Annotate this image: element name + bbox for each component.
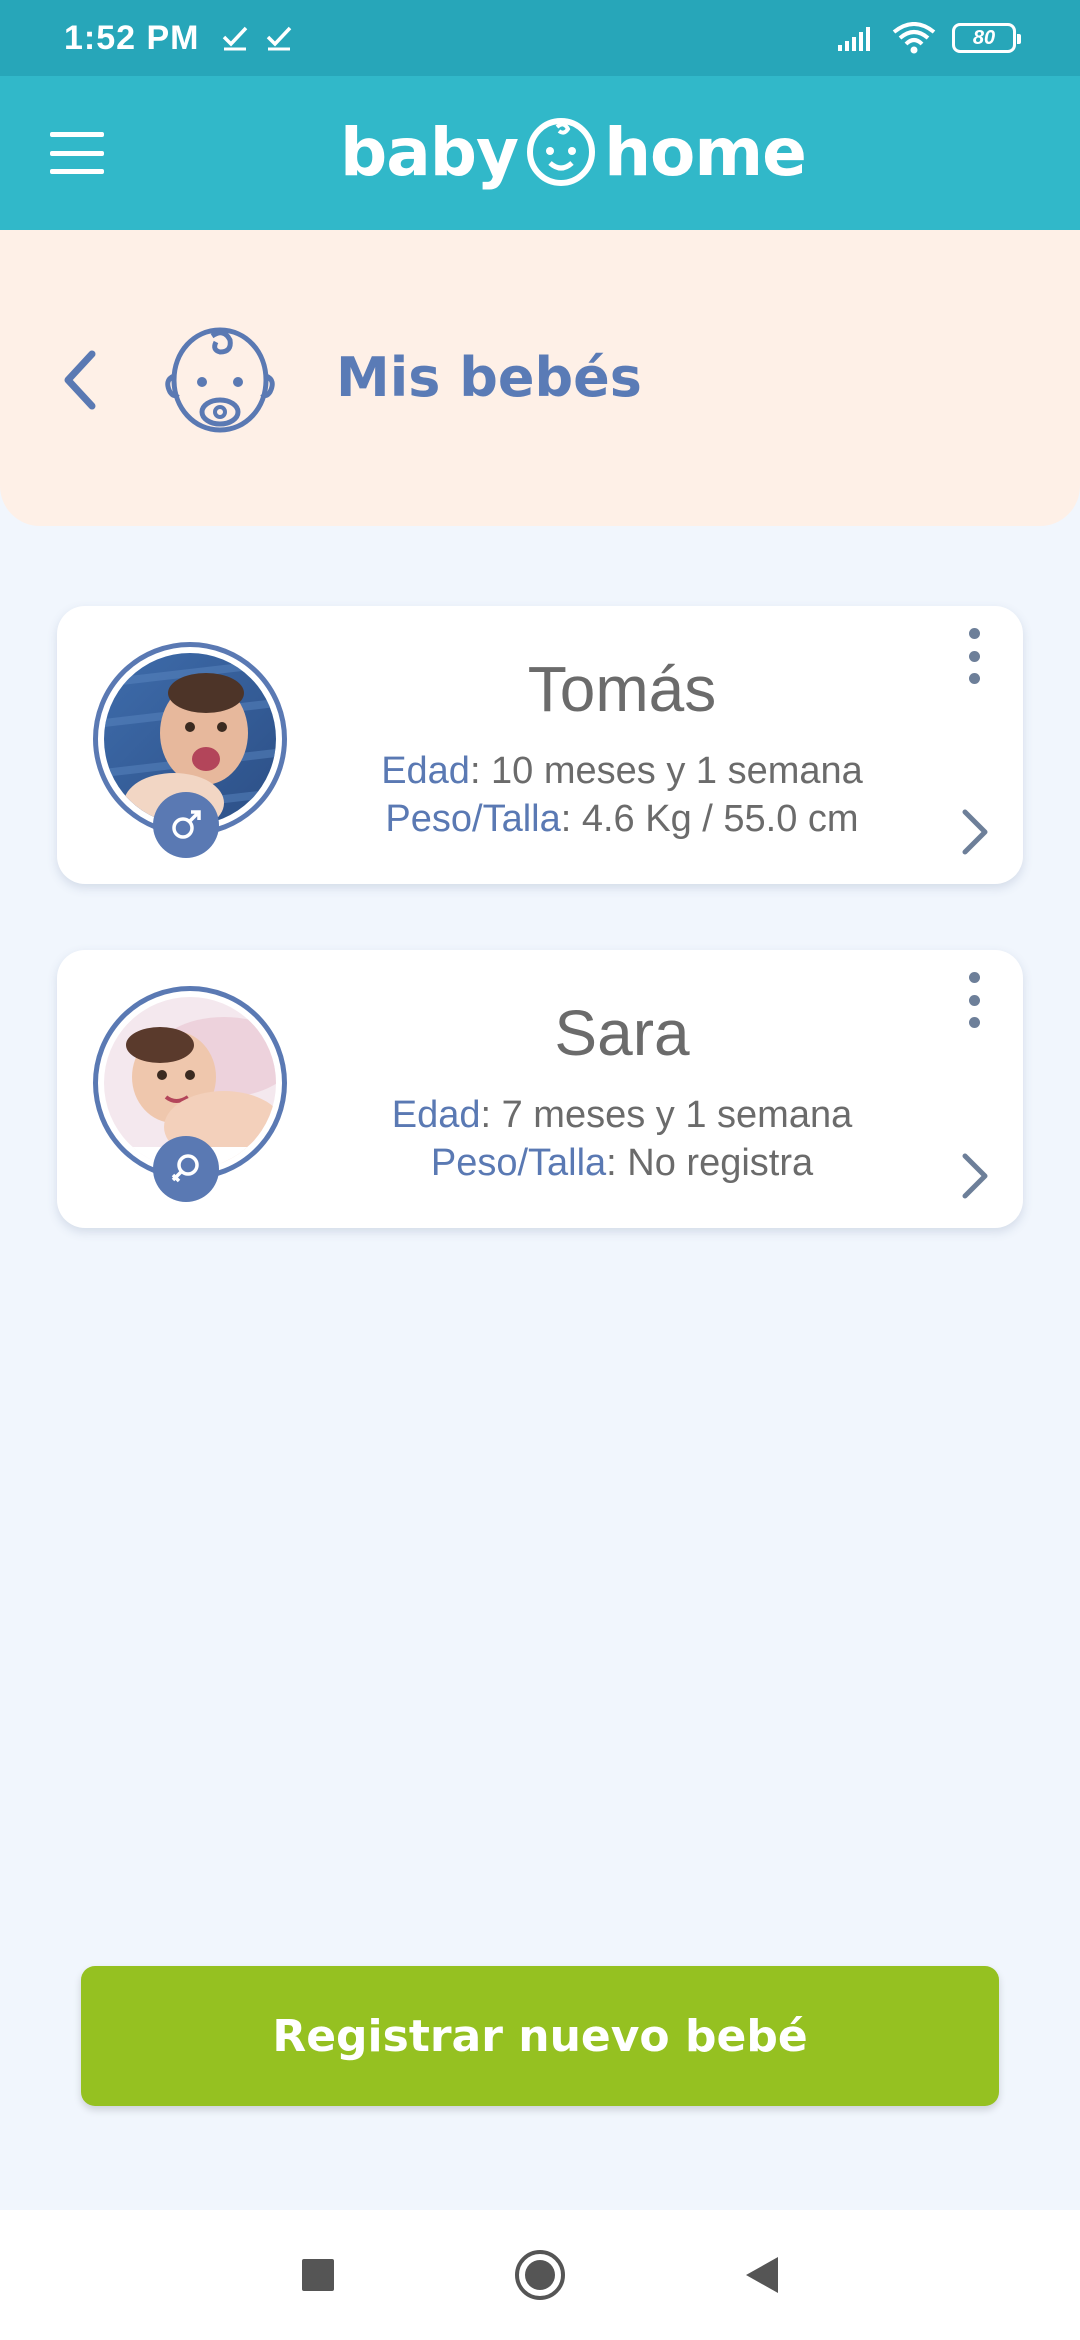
page-header: Mis bebés [0, 230, 1080, 526]
age-label: Edad [381, 750, 470, 792]
weight-label: Peso/Talla [385, 798, 561, 840]
hamburger-menu-icon[interactable] [50, 132, 104, 174]
more-options-icon[interactable] [961, 972, 987, 1028]
weight-value: : No registra [606, 1142, 814, 1184]
weight-label: Peso/Talla [430, 1142, 607, 1184]
age-value: : 10 meses y 1 semana [469, 750, 863, 792]
register-new-baby-button[interactable]: Registrar nuevo bebé [81, 1966, 999, 2106]
page-title: Mis bebés [336, 346, 642, 409]
back-triangle-icon[interactable] [736, 2249, 788, 2301]
baby-weight-height: Peso/Talla: No registra [277, 1142, 967, 1185]
female-symbol-icon [153, 1136, 219, 1202]
signal-icon [838, 27, 870, 51]
baby-age: Edad: 10 meses y 1 semana [277, 750, 967, 793]
battery-level: 80 [972, 26, 996, 49]
baby-weight-height: Peso/Talla: 4.6 Kg / 55.0 cm [277, 798, 967, 841]
baby-age: Edad: 7 meses y 1 semana [277, 1094, 967, 1137]
baby-name: Sara [554, 997, 690, 1069]
logo-text-baby: baby [340, 113, 519, 191]
logo-text-home: home [604, 113, 807, 191]
home-circle-icon[interactable] [514, 2249, 566, 2301]
chevron-right-icon[interactable] [957, 1150, 991, 1202]
wifi-icon [892, 22, 936, 54]
status-system-icons: 80 [836, 22, 1021, 54]
age-value: : 7 meses y 1 semana [480, 1094, 853, 1136]
status-bar: 1:52 PM 80 [0, 0, 1080, 76]
weight-value: : 4.6 Kg / 55.0 cm [560, 798, 859, 840]
baby-card-tomas[interactable]: Tomás Edad: 10 meses y 1 semana Peso/Tal… [57, 606, 1023, 884]
chevron-right-icon[interactable] [957, 806, 991, 858]
chevron-left-icon[interactable] [58, 348, 102, 412]
baby-card-sara[interactable]: Sara Edad: 7 meses y 1 semana Peso/Talla… [57, 950, 1023, 1228]
recents-square-icon[interactable] [292, 2249, 344, 2301]
status-notifications [222, 25, 292, 51]
baby-face-icon [165, 327, 275, 433]
app-logo: baby home [340, 110, 807, 194]
baby-name: Tomás [527, 653, 717, 725]
check-icon [266, 26, 291, 51]
app-bar: baby home [0, 76, 1080, 230]
male-symbol-icon [153, 792, 219, 858]
status-time: 1:52 PM [64, 18, 200, 57]
check-icon [222, 26, 247, 51]
baby-face-logo-icon [527, 118, 596, 186]
battery-icon: 80 [952, 23, 1021, 53]
more-options-icon[interactable] [961, 628, 987, 684]
system-nav-bar [0, 2210, 1080, 2340]
age-label: Edad [391, 1094, 481, 1136]
